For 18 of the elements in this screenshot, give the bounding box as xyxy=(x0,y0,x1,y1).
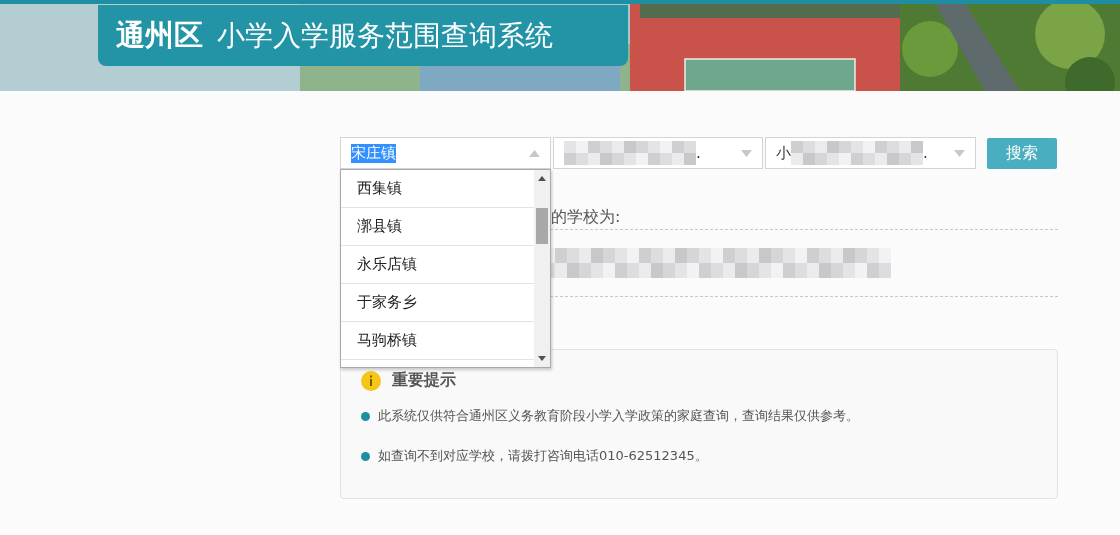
caret-icon xyxy=(529,149,540,157)
select-field[interactable]: . xyxy=(553,137,763,169)
caret-icon xyxy=(741,149,752,157)
scroll-down-icon xyxy=(538,356,546,361)
system-title: 小学入学服务范围查询系统 xyxy=(217,17,553,54)
select-field[interactable]: 小 . xyxy=(765,137,976,169)
caret-icon xyxy=(954,149,965,157)
result-label: 的学校为: xyxy=(551,206,621,228)
bullet-icon xyxy=(361,411,370,421)
scroll-up-icon xyxy=(538,176,546,181)
notice-text: 如查询不到对应学校，请拨打咨询电话010-62512345。 xyxy=(378,447,708,465)
scrollbar[interactable] xyxy=(534,170,550,367)
district-name: 通州区 xyxy=(116,16,203,54)
bullet-icon xyxy=(361,451,370,461)
notice-title: 重要提示 xyxy=(392,370,456,391)
scroll-thumb[interactable] xyxy=(536,208,548,244)
notice-text: 此系统仅供符合通州区义务教育阶段小学入学政策的家庭查询，查询结果仅供参考。 xyxy=(378,407,859,425)
info-icon xyxy=(361,370,381,391)
